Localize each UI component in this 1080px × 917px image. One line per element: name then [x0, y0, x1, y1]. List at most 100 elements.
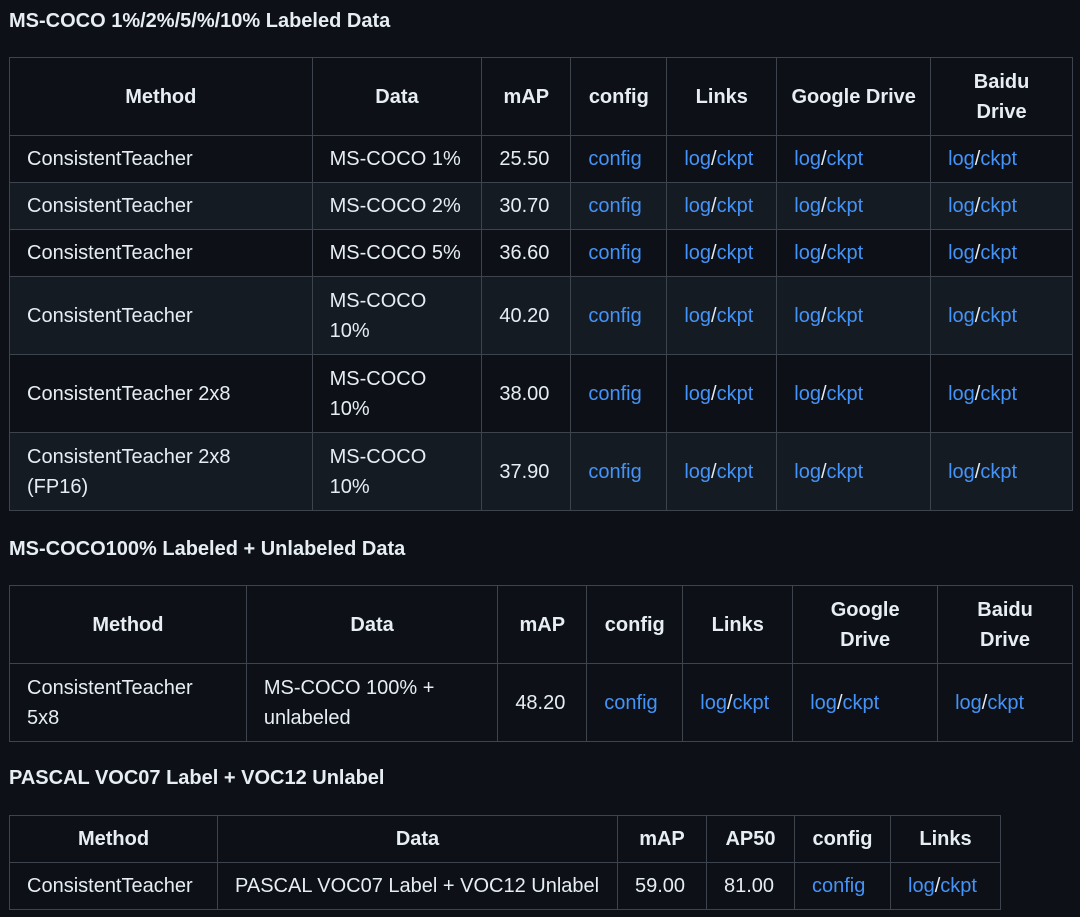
google-drive-ckpt-link[interactable]: ckpt: [827, 195, 864, 217]
header-links: Links: [666, 57, 778, 136]
log-link[interactable]: log: [684, 461, 711, 483]
cell-map: 48.20: [497, 663, 588, 742]
cell-data: MS-COCO 5%: [311, 229, 483, 277]
log-link[interactable]: log: [684, 383, 711, 405]
cell-map: 59.00: [617, 862, 707, 910]
header-method: Method: [9, 585, 247, 664]
baidu-drive-log-link[interactable]: log: [948, 242, 975, 264]
config-link[interactable]: config: [588, 383, 641, 405]
table-row: ConsistentTeacher MS-COCO 5% 36.60 confi…: [9, 229, 1073, 277]
ckpt-link[interactable]: ckpt: [717, 461, 754, 483]
baidu-drive-log-link[interactable]: log: [948, 305, 975, 327]
cell-map: 38.00: [481, 354, 572, 433]
cell-method: ConsistentTeacher: [9, 862, 218, 910]
header-data: Data: [311, 57, 483, 136]
header-config: config: [794, 815, 891, 863]
cell-map: 30.70: [481, 182, 572, 230]
log-link[interactable]: log: [684, 305, 711, 327]
header-map: mAP: [497, 585, 588, 664]
ckpt-link[interactable]: ckpt: [940, 875, 977, 897]
header-google-drive: Google Drive: [776, 57, 932, 136]
table-row: ConsistentTeacher PASCAL VOC07 Label + V…: [9, 862, 1001, 910]
cell-map: 25.50: [481, 135, 572, 183]
section-title-coco-partial: MS-COCO 1%/2%/5/%/10% Labeled Data: [9, 10, 391, 32]
ckpt-link[interactable]: ckpt: [717, 242, 754, 264]
cell-method: ConsistentTeacher: [9, 276, 313, 355]
google-drive-ckpt-link[interactable]: ckpt: [827, 305, 864, 327]
cell-map: 37.90: [481, 432, 572, 511]
section-title-pascal-voc: PASCAL VOC07 Label + VOC12 Unlabel: [9, 767, 385, 789]
google-drive-ckpt-link[interactable]: ckpt: [827, 383, 864, 405]
config-link[interactable]: config: [588, 305, 641, 327]
cell-map: 36.60: [481, 229, 572, 277]
cell-data: MS-COCO 1%: [311, 135, 483, 183]
ckpt-link[interactable]: ckpt: [717, 305, 754, 327]
google-drive-log-link[interactable]: log: [794, 148, 821, 170]
log-link[interactable]: log: [700, 692, 727, 714]
header-method: Method: [9, 815, 218, 863]
log-link[interactable]: log: [684, 148, 711, 170]
section-title-coco-full: MS-COCO100% Labeled + Unlabeled Data: [9, 538, 406, 560]
baidu-drive-ckpt-link[interactable]: ckpt: [980, 195, 1017, 217]
baidu-drive-log-link[interactable]: log: [948, 148, 975, 170]
header-data: Data: [217, 815, 618, 863]
readme-page: MS-COCO 1%/2%/5/%/10% Labeled Data Metho…: [0, 0, 1080, 917]
cell-data: PASCAL VOC07 Label + VOC12 Unlabel: [217, 862, 618, 910]
header-config: config: [570, 57, 668, 136]
google-drive-ckpt-link[interactable]: ckpt: [827, 461, 864, 483]
baidu-drive-log-link[interactable]: log: [955, 692, 982, 714]
cell-method: ConsistentTeacher: [9, 229, 313, 277]
google-drive-log-link[interactable]: log: [794, 383, 821, 405]
google-drive-log-link[interactable]: log: [810, 692, 837, 714]
log-link[interactable]: log: [908, 875, 935, 897]
google-drive-log-link[interactable]: log: [794, 242, 821, 264]
cell-data: MS-COCO 10%: [311, 432, 483, 511]
table-coco-full: Method Data mAP config Links Google Driv…: [9, 585, 1073, 742]
google-drive-ckpt-link[interactable]: ckpt: [827, 242, 864, 264]
google-drive-log-link[interactable]: log: [794, 195, 821, 217]
header-links: Links: [682, 585, 794, 664]
cell-method: ConsistentTeacher: [9, 135, 313, 183]
config-link[interactable]: config: [588, 148, 641, 170]
google-drive-ckpt-link[interactable]: ckpt: [827, 148, 864, 170]
baidu-drive-ckpt-link[interactable]: ckpt: [980, 305, 1017, 327]
cell-data: MS-COCO 10%: [311, 276, 483, 355]
google-drive-log-link[interactable]: log: [794, 305, 821, 327]
log-link[interactable]: log: [684, 195, 711, 217]
google-drive-log-link[interactable]: log: [794, 461, 821, 483]
table-row: ConsistentTeacher MS-COCO 1% 25.50 confi…: [9, 135, 1073, 183]
baidu-drive-ckpt-link[interactable]: ckpt: [980, 461, 1017, 483]
google-drive-ckpt-link[interactable]: ckpt: [843, 692, 880, 714]
table-row: ConsistentTeacher 2x8 MS-COCO 10% 38.00 …: [9, 354, 1073, 433]
table-row: ConsistentTeacher MS-COCO 10% 40.20 conf…: [9, 276, 1073, 355]
baidu-drive-ckpt-link[interactable]: ckpt: [987, 692, 1024, 714]
ckpt-link[interactable]: ckpt: [717, 383, 754, 405]
cell-data: MS-COCO 2%: [311, 182, 483, 230]
ckpt-link[interactable]: ckpt: [717, 195, 754, 217]
table-header-row: Method Data mAP config Links Google Driv…: [9, 57, 1073, 136]
cell-method: ConsistentTeacher 2x8: [9, 354, 313, 433]
ckpt-link[interactable]: ckpt: [717, 148, 754, 170]
config-link[interactable]: config: [588, 461, 641, 483]
baidu-drive-log-link[interactable]: log: [948, 195, 975, 217]
config-link[interactable]: config: [604, 692, 657, 714]
header-google-drive: Google Drive: [792, 585, 939, 664]
baidu-drive-ckpt-link[interactable]: ckpt: [980, 242, 1017, 264]
table-header-row: Method Data mAP config Links Google Driv…: [9, 585, 1073, 664]
table-row: ConsistentTeacher 2x8 (FP16) MS-COCO 10%…: [9, 432, 1073, 511]
table-row: ConsistentTeacher 5x8 MS-COCO 100% + unl…: [9, 663, 1073, 742]
config-link[interactable]: config: [588, 195, 641, 217]
log-link[interactable]: log: [684, 242, 711, 264]
ckpt-link[interactable]: ckpt: [733, 692, 770, 714]
header-config: config: [586, 585, 684, 664]
header-ap50: AP50: [706, 815, 795, 863]
cell-ap50: 81.00: [706, 862, 795, 910]
baidu-drive-log-link[interactable]: log: [948, 383, 975, 405]
header-baidu-drive: Baidu Drive: [930, 57, 1073, 136]
baidu-drive-ckpt-link[interactable]: ckpt: [980, 148, 1017, 170]
config-link[interactable]: config: [812, 875, 865, 897]
baidu-drive-ckpt-link[interactable]: ckpt: [980, 383, 1017, 405]
config-link[interactable]: config: [588, 242, 641, 264]
header-links: Links: [890, 815, 1001, 863]
baidu-drive-log-link[interactable]: log: [948, 461, 975, 483]
